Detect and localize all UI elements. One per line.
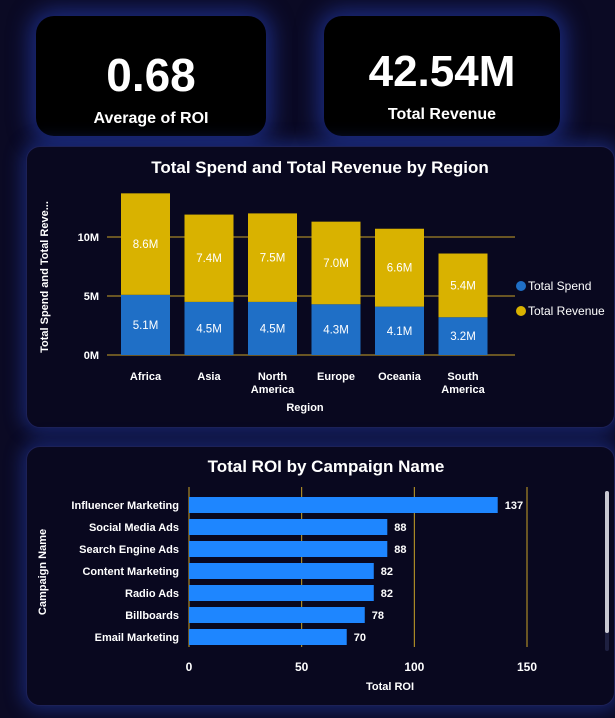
data-label-roi: 88 bbox=[394, 522, 406, 534]
y-axis-title: Campaign Name bbox=[37, 529, 49, 615]
y-tick-label: Radio Ads bbox=[125, 588, 179, 600]
region-stacked-bar-chart: Total Spend and Total Revenue by Region 0… bbox=[39, 158, 605, 414]
data-label-spend: 4.5M bbox=[196, 323, 222, 335]
y-tick-label: 0M bbox=[84, 350, 99, 362]
data-label-spend: 4.1M bbox=[387, 326, 413, 338]
average-roi-value: 0.68 bbox=[106, 49, 196, 101]
average-roi-card: 0.68 Average of ROI bbox=[36, 16, 266, 136]
roi-bar bbox=[189, 519, 388, 535]
scrollbar-thumb[interactable] bbox=[605, 491, 609, 633]
legend-marker bbox=[516, 281, 526, 291]
x-tick-label: 100 bbox=[404, 660, 424, 674]
data-label-revenue: 8.6M bbox=[133, 239, 159, 251]
data-label-spend: 4.3M bbox=[323, 325, 349, 337]
y-tick-label: Billboards bbox=[125, 610, 179, 622]
y-tick-label: Content Marketing bbox=[82, 566, 179, 578]
x-tick-label: North bbox=[258, 371, 288, 383]
chart-title: Total Spend and Total Revenue by Region bbox=[151, 158, 489, 177]
y-axis-title: Total Spend and Total Reve... bbox=[39, 201, 51, 353]
data-label-roi: 78 bbox=[372, 610, 384, 622]
campaign-roi-bar-chart: Total ROI by Campaign Name 0 50 100 150 Influ… bbox=[37, 457, 537, 693]
x-tick-label: South bbox=[447, 371, 478, 383]
x-tick-label: 50 bbox=[295, 660, 309, 674]
data-label-roi: 70 bbox=[354, 632, 366, 644]
x-axis-title: Region bbox=[286, 402, 324, 414]
x-tick-label: America bbox=[441, 384, 485, 396]
y-tick-label: Search Engine Ads bbox=[79, 544, 179, 556]
roi-bar bbox=[189, 607, 365, 623]
data-label-roi: 88 bbox=[394, 544, 406, 556]
roi-bar bbox=[189, 563, 374, 579]
data-label-revenue: 5.4M bbox=[450, 280, 476, 292]
y-tick-label: 5M bbox=[84, 291, 99, 303]
region-chart-panel: Total Spend and Total Revenue by Region 0… bbox=[26, 146, 615, 428]
y-tick-label: 10M bbox=[78, 232, 99, 244]
chart-title: Total ROI by Campaign Name bbox=[208, 457, 445, 476]
legend-marker bbox=[516, 306, 526, 316]
total-revenue-label: Total Revenue bbox=[387, 106, 497, 123]
x-axis-title: Total ROI bbox=[366, 681, 414, 693]
x-tick-label: Africa bbox=[130, 371, 162, 383]
roi-bar bbox=[189, 541, 388, 557]
x-tick-label: Oceania bbox=[378, 371, 422, 383]
data-label-roi: 82 bbox=[381, 566, 393, 578]
x-tick-label: Asia bbox=[197, 371, 221, 383]
total-revenue-card: 42.54M Total Revenue bbox=[324, 16, 560, 136]
x-tick-label: 0 bbox=[186, 660, 193, 674]
data-label-revenue: 6.6M bbox=[387, 263, 413, 275]
y-tick-label: Email Marketing bbox=[95, 632, 179, 644]
data-label-revenue: 7.5M bbox=[260, 253, 286, 265]
data-label-roi: 137 bbox=[505, 500, 523, 512]
campaign-chart-panel: Total ROI by Campaign Name 0 50 100 150 Influ… bbox=[26, 446, 615, 706]
x-tick-label: America bbox=[251, 384, 295, 396]
roi-bar bbox=[189, 629, 347, 645]
x-tick-label: Europe bbox=[317, 371, 355, 383]
data-label-spend: 5.1M bbox=[133, 320, 159, 332]
x-tick-label: 150 bbox=[517, 660, 537, 674]
roi-bar bbox=[189, 497, 498, 513]
roi-bar bbox=[189, 585, 374, 601]
data-label-spend: 4.5M bbox=[260, 323, 286, 335]
average-roi-label: Average of ROI bbox=[93, 110, 209, 127]
legend-label: Total Spend bbox=[528, 279, 591, 293]
total-revenue-value: 42.54M bbox=[368, 47, 516, 96]
legend-label: Total Revenue bbox=[528, 304, 605, 318]
chart-scrollbar[interactable] bbox=[605, 491, 609, 651]
data-label-spend: 3.2M bbox=[450, 331, 476, 343]
y-tick-label: Influencer Marketing bbox=[71, 500, 179, 512]
y-tick-label: Social Media Ads bbox=[89, 522, 179, 534]
data-label-revenue: 7.0M bbox=[323, 258, 349, 270]
data-label-roi: 82 bbox=[381, 588, 393, 600]
data-label-revenue: 7.4M bbox=[196, 253, 222, 265]
